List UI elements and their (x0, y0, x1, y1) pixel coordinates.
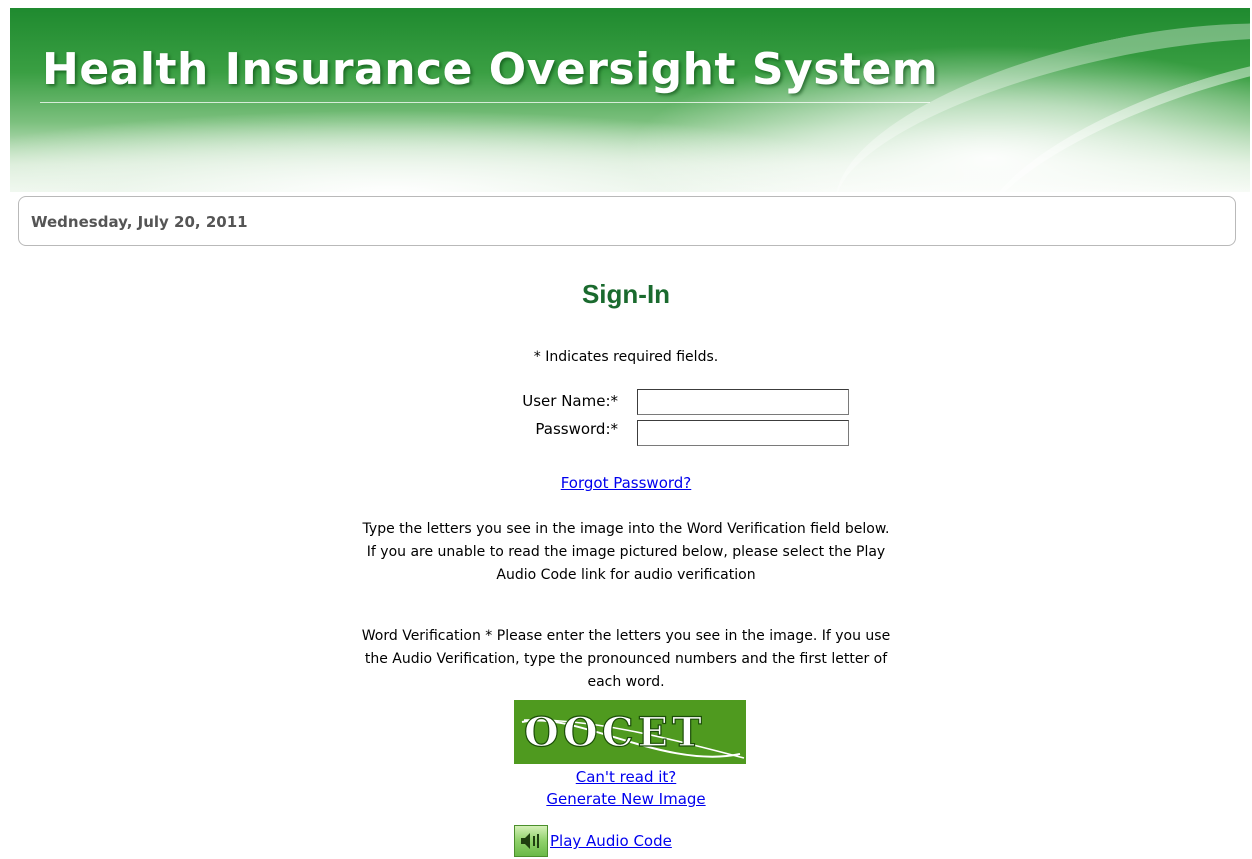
captcha-graphic: OOCET (514, 700, 746, 764)
speaker-icon[interactable] (514, 825, 548, 857)
captcha-text: OOCET (524, 709, 706, 756)
forgot-password-row: Forgot Password? (0, 473, 1252, 492)
play-audio-code-link[interactable]: Play Audio Code (550, 832, 672, 850)
password-input[interactable] (637, 420, 849, 446)
site-title: Health Insurance Oversight System (42, 44, 939, 95)
username-label: User Name:* (522, 392, 618, 410)
word-verification-instructions: Word Verification * Please enter the let… (361, 628, 891, 690)
current-date: Wednesday, July 20, 2011 (31, 213, 248, 231)
username-input[interactable] (637, 389, 849, 415)
page: Health Insurance Oversight System Wednes… (0, 0, 1252, 859)
page-title: Sign-In (581, 279, 671, 309)
password-label: Password:* (535, 420, 618, 438)
forgot-password-link[interactable]: Forgot Password? (561, 474, 692, 492)
speaker-icon-graphic (521, 833, 539, 849)
cant-read-row: Can't read it? (0, 767, 1252, 786)
date-bar: Wednesday, July 20, 2011 (18, 196, 1236, 246)
captcha-image: OOCET (514, 700, 746, 764)
required-fields-note: * Indicates required fields. (533, 349, 719, 365)
generate-new-image-link[interactable]: Generate New Image (546, 790, 705, 808)
captcha-instructions: Type the letters you see in the image in… (362, 521, 890, 583)
header-banner: Health Insurance Oversight System (10, 8, 1250, 192)
generate-image-row: Generate New Image (0, 789, 1252, 808)
title-underline (40, 102, 930, 103)
play-audio-row: Play Audio Code (514, 825, 672, 859)
cant-read-link[interactable]: Can't read it? (576, 768, 677, 786)
